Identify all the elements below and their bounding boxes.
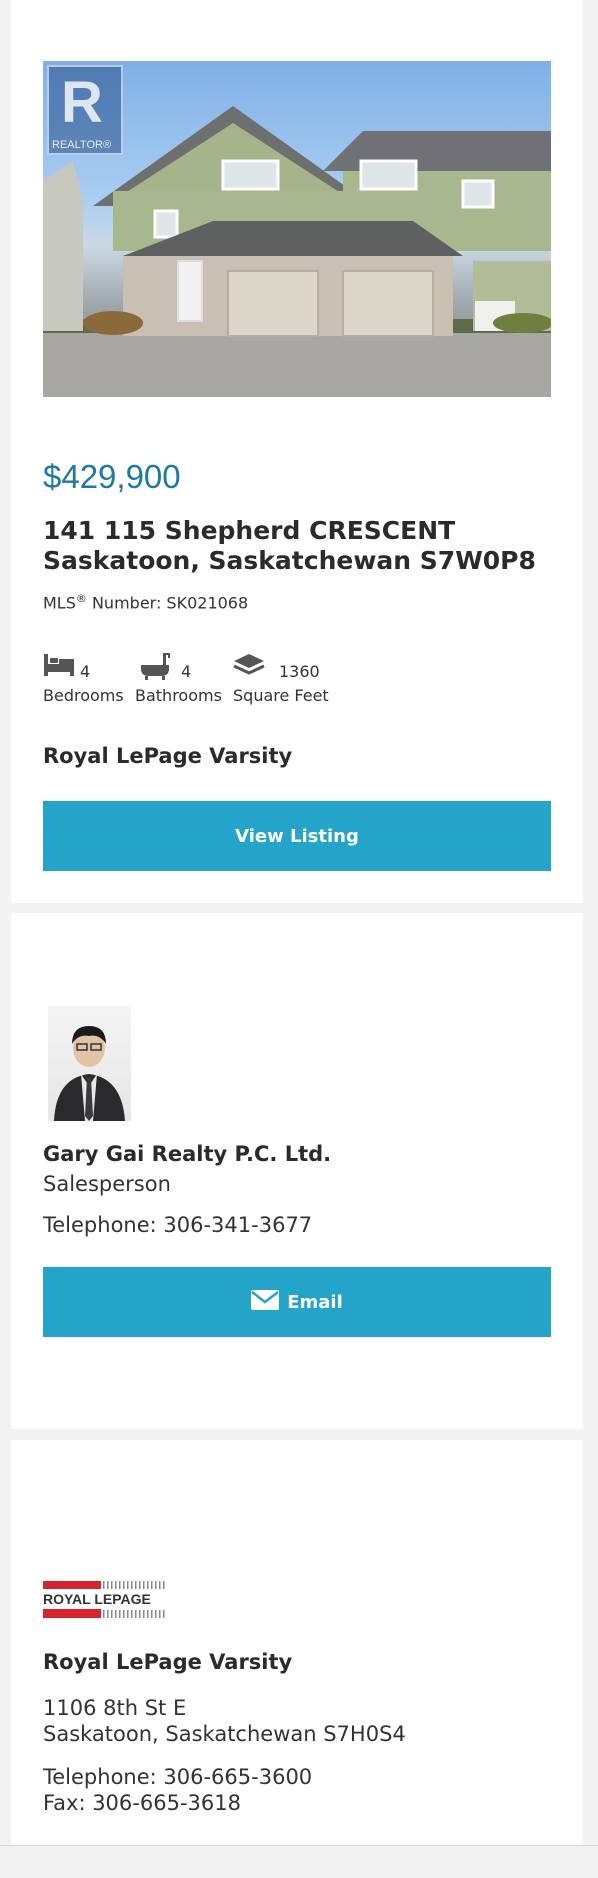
mls-registered-mark: ® bbox=[75, 592, 87, 605]
bedrooms-label: Bedrooms bbox=[43, 686, 124, 705]
listing-brokerage: Royal LePage Varsity bbox=[43, 744, 293, 768]
realtor-logo-icon: R REALTOR® bbox=[47, 65, 123, 155]
royal-lepage-logo: ROYAL LEPAGE bbox=[43, 1580, 167, 1618]
square-feet-label: Square Feet bbox=[233, 686, 329, 705]
office-address: 1106 8th St E Saskatoon, Saskatchewan S7… bbox=[43, 1695, 406, 1747]
office-street: 1106 8th St E bbox=[43, 1696, 187, 1720]
listing-photo[interactable]: R REALTOR® bbox=[43, 61, 551, 397]
address-line-1: 141 115 Shepherd CRESCENT bbox=[43, 516, 456, 545]
bedrooms-value: 4 bbox=[80, 662, 91, 681]
realtor-logo-text: REALTOR® bbox=[52, 139, 112, 151]
agent-card: Gary Gai Realty P.C. Ltd. Salesperson Te… bbox=[11, 913, 583, 1429]
bathrooms-label: Bathrooms bbox=[135, 686, 222, 705]
email-button-label: Email bbox=[287, 1291, 343, 1313]
realtor-logo-letter: R bbox=[61, 70, 103, 135]
agent-telephone[interactable]: Telephone: 306-341-3677 bbox=[43, 1213, 312, 1237]
bed-icon bbox=[44, 654, 74, 676]
listing-price: $429,900 bbox=[43, 458, 181, 495]
view-listing-button[interactable]: View Listing bbox=[43, 801, 551, 871]
agent-portrait-image bbox=[54, 1026, 125, 1121]
bottom-bar bbox=[0, 1845, 598, 1878]
listing-address: 141 115 Shepherd CRESCENT Saskatoon, Sas… bbox=[43, 516, 536, 576]
envelope-icon bbox=[251, 1289, 280, 1315]
office-fax: Fax: 306-665-3618 bbox=[43, 1791, 241, 1815]
logo-wordmark: ROYAL LEPAGE bbox=[43, 1591, 151, 1607]
address-line-2: Saskatoon, Saskatchewan S7W0P8 bbox=[43, 546, 536, 575]
mls-number-text: Number: SK021068 bbox=[86, 593, 249, 613]
agent-avatar bbox=[48, 1006, 131, 1121]
bathtub-icon bbox=[141, 653, 170, 680]
bathrooms-value: 4 bbox=[181, 662, 192, 681]
office-contact: Telephone: 306-665-3600 Fax: 306-665-361… bbox=[43, 1764, 312, 1816]
office-city: Saskatoon, Saskatchewan S7H0S4 bbox=[43, 1722, 406, 1746]
listing-card: R REALTOR® $429,900 141 115 Shepherd CRE… bbox=[11, 0, 583, 903]
office-card: ROYAL LEPAGE Royal LePage Varsity 1106 8… bbox=[11, 1440, 583, 1845]
mls-prefix: MLS bbox=[43, 593, 76, 613]
agent-name: Gary Gai Realty P.C. Ltd. bbox=[43, 1142, 332, 1166]
agent-title: Salesperson bbox=[43, 1172, 171, 1196]
square-feet-value: 1360 bbox=[279, 662, 320, 681]
mls-number: MLS® Number: SK021068 bbox=[43, 592, 248, 612]
office-telephone[interactable]: Telephone: 306-665-3600 bbox=[43, 1764, 312, 1790]
email-agent-button[interactable]: Email bbox=[43, 1267, 551, 1337]
area-icon bbox=[233, 654, 265, 675]
office-name: Royal LePage Varsity bbox=[43, 1650, 293, 1674]
